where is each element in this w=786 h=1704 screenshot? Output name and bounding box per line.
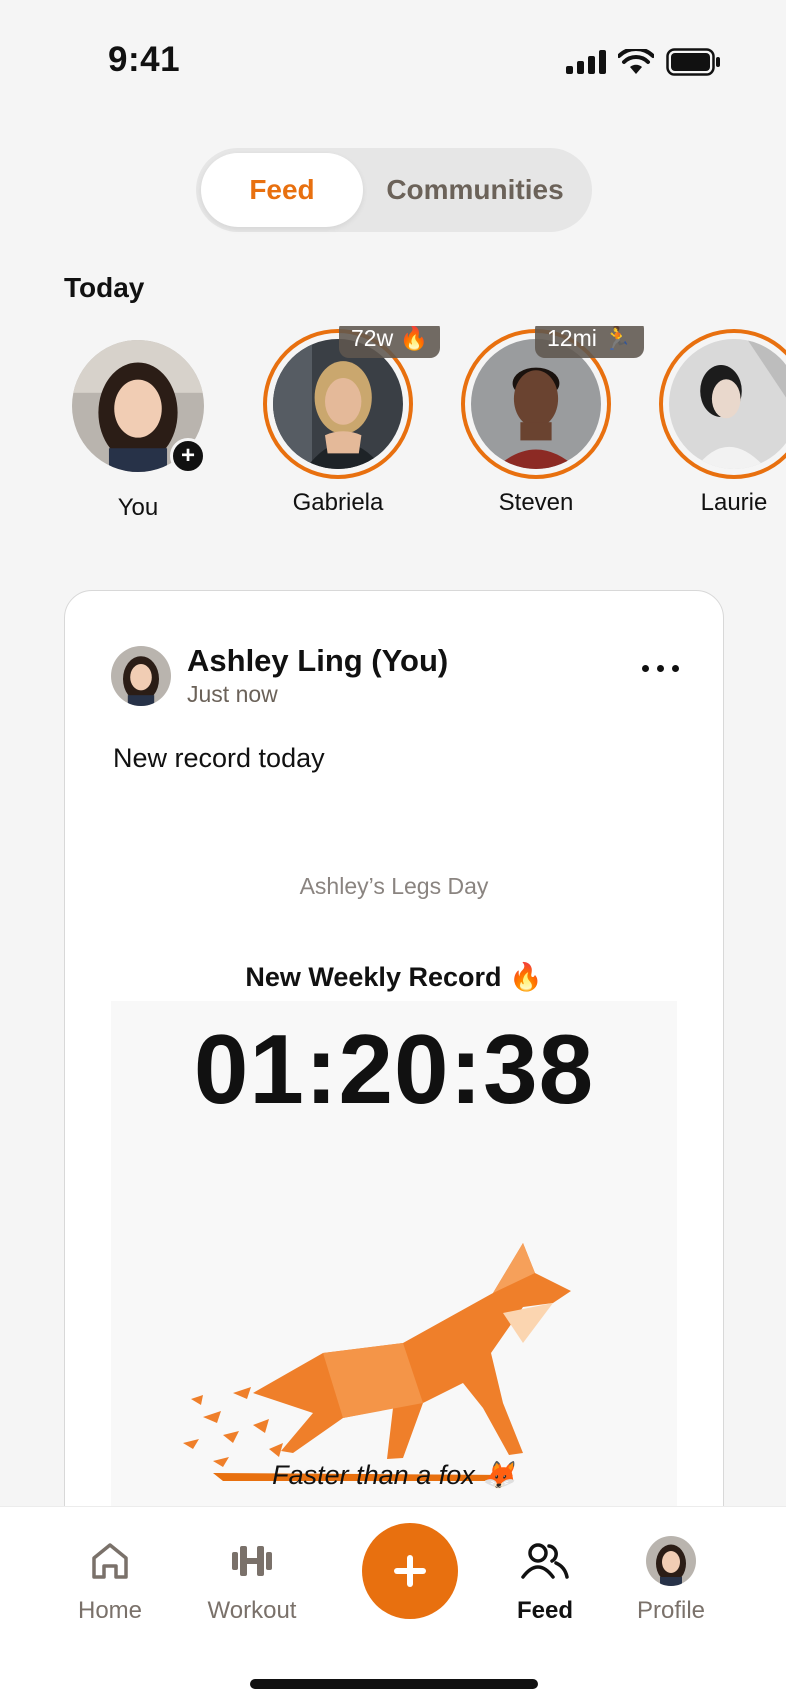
- signal-icon: [566, 50, 606, 74]
- story-badge: 12mi 🏃: [535, 326, 644, 358]
- post-author-block: Ashley Ling (You) Just now: [187, 643, 448, 708]
- post-header: Ashley Ling (You) Just now: [111, 643, 448, 708]
- record-label: New Weekly Record 🔥: [245, 962, 543, 992]
- more-options-button[interactable]: [642, 665, 679, 672]
- post-text: New record today: [113, 743, 325, 773]
- status-time: 9:41: [108, 40, 181, 79]
- avatar: [471, 339, 601, 469]
- bottom-nav: Home Workout Feed Profile: [0, 1506, 786, 1704]
- tab-communities[interactable]: Communities: [363, 153, 587, 227]
- dot-icon: [672, 665, 679, 672]
- story-laurie[interactable]: Laurie: [644, 326, 786, 517]
- add-story-button[interactable]: +: [170, 438, 206, 474]
- post-author-name[interactable]: Ashley Ling (You): [187, 643, 448, 679]
- story-name: You: [117, 494, 159, 521]
- story-you[interactable]: + You: [48, 326, 228, 522]
- story-name: Laurie: [700, 489, 768, 516]
- post-author-avatar[interactable]: [111, 645, 171, 706]
- record-time: 01:20:38: [193, 1014, 595, 1124]
- create-post-button[interactable]: [362, 1523, 458, 1619]
- nav-label: Profile: [636, 1597, 706, 1624]
- stories-row: + You 72w 🔥 Gabriela 12mi 🏃 Steven Lauri…: [0, 326, 786, 526]
- dumbbell-icon: [182, 1531, 322, 1591]
- post-card: Ashley Ling (You) Just now New record to…: [64, 590, 724, 1600]
- post-timestamp: Just now: [187, 681, 278, 707]
- record-caption: Faster than a fox 🦊: [272, 1460, 516, 1490]
- home-icon: [40, 1531, 180, 1591]
- today-heading: Today: [64, 272, 145, 303]
- nav-profile[interactable]: Profile: [601, 1531, 741, 1625]
- dot-icon: [642, 665, 649, 672]
- wifi-icon: [618, 49, 654, 74]
- tab-feed[interactable]: Feed: [201, 153, 363, 227]
- status-icons: [566, 48, 722, 76]
- plus-icon: [394, 1555, 426, 1587]
- battery-icon: [666, 48, 720, 76]
- story-steven[interactable]: 12mi 🏃 Steven: [446, 326, 644, 517]
- avatar: [669, 339, 786, 469]
- story-badge: 72w 🔥: [339, 326, 441, 358]
- story-name: Gabriela: [292, 489, 384, 516]
- nav-label: Feed: [516, 1597, 573, 1624]
- workout-title: Ashley’s Legs Day: [299, 873, 489, 899]
- home-indicator: [250, 1679, 538, 1689]
- status-bar: 9:41: [0, 0, 786, 130]
- avatar: [601, 1531, 741, 1591]
- nav-label: Home: [77, 1597, 143, 1624]
- dot-icon: [657, 665, 664, 672]
- nav-workout[interactable]: Workout: [182, 1531, 322, 1625]
- story-name: Steven: [498, 489, 574, 516]
- nav-label: Workout: [207, 1597, 297, 1624]
- avatar: [273, 339, 403, 469]
- story-gabriela[interactable]: 72w 🔥 Gabriela: [248, 326, 441, 517]
- nav-home[interactable]: Home: [40, 1531, 180, 1625]
- feed-communities-toggle: Feed Communities: [196, 148, 592, 232]
- nav-feed[interactable]: Feed: [475, 1531, 615, 1625]
- people-icon: [475, 1531, 615, 1591]
